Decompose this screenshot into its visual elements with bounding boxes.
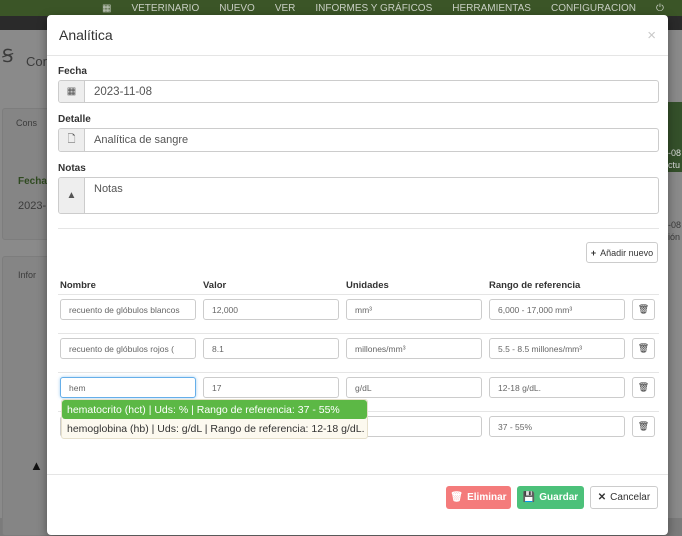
cancel-label: Cancelar bbox=[610, 492, 651, 503]
notas-field[interactable]: ▲ Notas bbox=[58, 177, 659, 214]
bg-fecha: Fecha bbox=[18, 176, 47, 187]
fecha-field[interactable]: ▦ 2023-11-08 bbox=[58, 80, 659, 103]
close-icon[interactable]: × bbox=[647, 27, 656, 44]
col-nombre: Nombre bbox=[60, 280, 96, 291]
bg-right: ión bbox=[668, 232, 681, 242]
notas-textarea[interactable]: Notas bbox=[85, 178, 658, 213]
nav-ver[interactable]: VER bbox=[275, 3, 296, 14]
nombre-input[interactable]: recuento de glóbulos blancos bbox=[60, 299, 196, 320]
divider bbox=[58, 228, 659, 229]
nav-informes[interactable]: INFORMES Y GRÁFICOS bbox=[315, 3, 432, 14]
add-new-button[interactable]: + Añadir nuevo bbox=[586, 242, 658, 263]
modal-title: Analítica bbox=[59, 27, 113, 43]
stethoscope-icon: Ꞩ bbox=[2, 46, 14, 66]
detalle-label: Detalle bbox=[58, 114, 91, 125]
nav-nuevo[interactable]: NUEVO bbox=[219, 3, 255, 14]
rango-input[interactable]: 12-18 g/dL. bbox=[489, 377, 625, 398]
delete-row-button[interactable]: 🗑 bbox=[632, 377, 655, 398]
unidades-input[interactable]: millones/mm³ bbox=[346, 338, 482, 359]
footer-divider bbox=[47, 474, 668, 475]
cancel-button[interactable]: ✕ Cancelar bbox=[590, 486, 658, 509]
unidades-input[interactable]: mm³ bbox=[346, 299, 482, 320]
modal-header: Analítica × bbox=[47, 15, 668, 56]
row-divider bbox=[58, 372, 659, 373]
col-rango: Rango de referencia bbox=[489, 280, 581, 291]
calendar-icon: ▦ bbox=[59, 81, 85, 102]
trash-icon: 🗑 bbox=[450, 492, 464, 503]
rango-input[interactable]: 37 - 55% bbox=[489, 416, 625, 437]
detalle-field[interactable]: 🗋 Analítica de sangre bbox=[58, 128, 659, 152]
delete-row-button[interactable]: 🗑 bbox=[632, 338, 655, 359]
floppy-icon: 💾 bbox=[522, 492, 536, 503]
save-button[interactable]: 💾 Guardar bbox=[517, 486, 584, 509]
nombre-input[interactable]: recuento de glóbulos rojos ( bbox=[60, 338, 196, 359]
warning-icon: ▲ bbox=[30, 458, 43, 473]
unidades-input[interactable]: g/dL bbox=[346, 377, 482, 398]
nav-configuracion[interactable]: CONFIGURACION bbox=[551, 3, 636, 14]
valor-input[interactable]: 17 bbox=[203, 377, 339, 398]
bg-right: -08 bbox=[668, 220, 682, 230]
trash-icon: 🗑 bbox=[637, 382, 650, 392]
delete-label: Eliminar bbox=[467, 492, 507, 503]
fecha-label: Fecha bbox=[58, 66, 87, 77]
delete-button[interactable]: 🗑 Eliminar bbox=[446, 486, 511, 509]
save-label: Guardar bbox=[539, 492, 579, 503]
warning-icon: ▲ bbox=[59, 178, 85, 213]
nombre-input[interactable]: hem bbox=[60, 377, 196, 398]
bg-info: Infor bbox=[18, 270, 37, 280]
add-new-label: Añadir nuevo bbox=[600, 247, 654, 258]
trash-icon: 🗑 bbox=[637, 421, 650, 431]
delete-row-button[interactable]: 🗑 bbox=[632, 299, 655, 320]
grid-icon[interactable]: ▦ bbox=[102, 3, 111, 14]
valor-input[interactable]: 12,000 bbox=[203, 299, 339, 320]
nav-veterinario[interactable]: VETERINARIO bbox=[131, 3, 199, 14]
detalle-value[interactable]: Analítica de sangre bbox=[85, 129, 658, 151]
autocomplete-option[interactable]: hemoglobina (hb) | Uds: g/dL | Rango de … bbox=[62, 419, 367, 438]
rango-input[interactable]: 5.5 - 8.5 millones/mm³ bbox=[489, 338, 625, 359]
power-icon[interactable]: ⏻ bbox=[656, 3, 664, 14]
row-divider bbox=[58, 333, 659, 334]
col-unidades: Unidades bbox=[346, 280, 389, 291]
valor-input[interactable]: 8.1 bbox=[203, 338, 339, 359]
delete-row-button[interactable]: 🗑 bbox=[632, 416, 655, 437]
bg-right: ctu bbox=[668, 160, 681, 170]
fecha-value[interactable]: 2023-11-08 bbox=[85, 81, 658, 102]
bg-card-2 bbox=[2, 256, 52, 536]
analitica-modal: Analítica × Fecha ▦ 2023-11-08 Detalle 🗋… bbox=[47, 15, 668, 535]
autocomplete-dropdown: hematocrito (hct) | Uds: % | Rango de re… bbox=[61, 399, 368, 439]
trash-icon: 🗑 bbox=[637, 343, 650, 353]
file-icon: 🗋 bbox=[59, 129, 85, 151]
trash-icon: 🗑 bbox=[637, 304, 650, 314]
nav-herramientas[interactable]: HERRAMIENTAS bbox=[452, 3, 531, 14]
autocomplete-option[interactable]: hematocrito (hct) | Uds: % | Rango de re… bbox=[62, 400, 367, 419]
top-navbar: ▦ VETERINARIO NUEVO VER INFORMES Y GRÁFI… bbox=[0, 0, 682, 16]
notas-label: Notas bbox=[58, 163, 86, 174]
x-icon: ✕ bbox=[597, 492, 607, 503]
row-divider bbox=[58, 294, 659, 295]
col-valor: Valor bbox=[203, 280, 227, 291]
plus-icon: + bbox=[590, 247, 597, 258]
bg-right: -08 bbox=[668, 148, 682, 158]
bg-tab: Cons bbox=[16, 118, 38, 128]
rango-input[interactable]: 6,000 - 17,000 mm³ bbox=[489, 299, 625, 320]
